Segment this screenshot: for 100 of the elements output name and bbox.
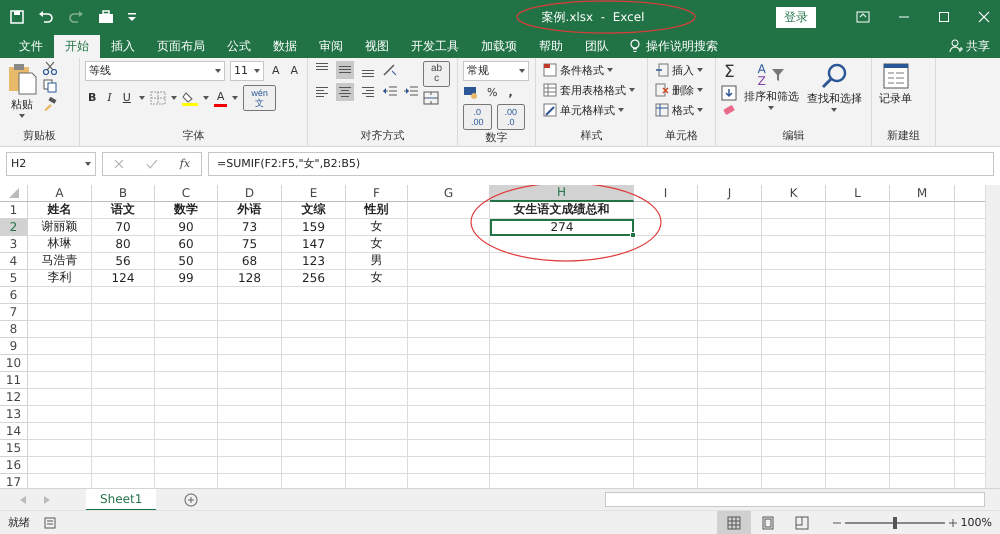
horizontal-scrollbar[interactable] [605,492,985,507]
column-header[interactable]: A [28,184,92,202]
row-header[interactable]: 9 [0,338,28,355]
autosum-button[interactable]: Σ [721,60,738,83]
row-header[interactable]: 4 [0,252,28,270]
ribbon-tab[interactable]: 页面布局 [146,34,216,58]
column-header[interactable]: D [218,184,282,202]
close-icon[interactable] [978,11,990,24]
fill-handle[interactable] [630,232,636,238]
row-header[interactable]: 6 [0,286,28,304]
ribbon-display-icon[interactable] [856,11,870,24]
column-header[interactable]: J [698,184,762,202]
fill-down-icon[interactable] [721,84,737,101]
cells-menu-button[interactable]: 删除 [653,80,705,100]
column-header[interactable]: G [408,184,490,202]
undo-icon[interactable] [38,10,54,24]
row-header[interactable]: 3 [0,236,28,253]
grow-font-button[interactable]: A [269,63,283,78]
row-header[interactable]: 15 [0,440,28,457]
name-box[interactable]: H2 [6,152,96,176]
zoom-thumb[interactable] [892,516,897,528]
row-header[interactable]: 2 [0,218,28,236]
row-header[interactable]: 12 [0,388,28,406]
orientation-icon[interactable] [382,62,398,77]
ribbon-tab[interactable]: 帮助 [528,34,574,58]
decrease-decimal-button[interactable]: .00 .0 [496,104,526,130]
wrap-text-button[interactable]: ab c [423,60,450,87]
customize-icon[interactable] [128,13,136,22]
vertical-scrollbar[interactable] [985,184,1000,488]
row-header[interactable]: 14 [0,422,28,440]
cells-menu-button[interactable]: 插入 [653,60,705,80]
font-size-field[interactable]: 11 [230,60,264,81]
format-painter-icon[interactable] [43,96,57,111]
maximize-icon[interactable] [938,11,950,24]
zoom-percent[interactable]: 100% [960,516,992,529]
currency-icon[interactable] [463,85,479,100]
column-header[interactable]: L [826,184,890,202]
ribbon-tab[interactable]: 插入 [100,34,146,58]
styles-menu-button[interactable]: 单元格样式 [541,100,637,120]
tell-me-search[interactable]: 操作说明搜索 [646,38,718,55]
ribbon-tab[interactable]: 文件 [8,34,54,58]
bold-button[interactable]: B [85,90,100,106]
insert-function-button[interactable]: fx [180,157,190,170]
copy-icon[interactable] [43,78,57,93]
row-header[interactable]: 5 [0,270,28,287]
column-header[interactable]: M [890,184,955,202]
paste-button[interactable]: 粘贴 [5,60,39,128]
italic-button[interactable]: I [104,90,115,106]
add-sheet-icon[interactable] [184,492,198,506]
macro-record-icon[interactable] [44,516,56,528]
column-header[interactable]: F [346,184,408,202]
shrink-font-button[interactable]: A [288,65,302,76]
styles-menu-button[interactable]: 套用表格格式 [541,80,637,100]
cut-icon[interactable] [43,60,57,75]
sort-filter-button[interactable]: A Z 排序和筛选 [742,60,801,128]
login-button[interactable]: 登录 [776,6,816,28]
increase-decimal-button[interactable]: .0 .00 [463,104,492,130]
ribbon-tab[interactable]: 团队 [574,34,620,58]
column-header[interactable]: E [282,184,346,202]
phonetic-button[interactable]: wén 文 [243,84,276,111]
column-header[interactable]: K [762,184,826,202]
fill-color-icon[interactable] [182,90,198,106]
share-button[interactable]: 共享 [966,38,990,55]
styles-menu-button[interactable]: 条件格式 [541,60,637,80]
cells-menu-button[interactable]: 格式 [653,100,705,120]
align-center-button[interactable] [336,82,354,101]
row-header[interactable]: 8 [0,320,28,338]
row-header[interactable]: 11 [0,372,28,389]
sheet-tab[interactable]: Sheet1 [86,488,156,510]
underline-button[interactable]: U [120,90,134,106]
number-format-field[interactable]: 常规 [463,60,529,81]
column-header[interactable]: B [92,184,155,202]
column-header[interactable]: C [155,184,218,202]
row-header[interactable]: 13 [0,406,28,423]
ribbon-tab[interactable]: 加载项 [470,34,528,58]
find-select-button[interactable]: 查找和选择 [804,60,864,128]
column-header[interactable]: I [634,184,698,202]
form-button[interactable]: 记录单 [877,60,914,128]
briefcase-icon[interactable] [98,10,114,24]
ribbon-tab[interactable]: 视图 [354,34,400,58]
ribbon-tab[interactable]: 审阅 [308,34,354,58]
comma-button[interactable]: , [505,84,516,100]
formula-field[interactable]: =SUMIF(F2:F5,"女",B2:B5) [208,152,994,176]
merge-center-icon[interactable] [423,90,439,105]
borders-icon[interactable] [150,90,166,105]
row-header[interactable]: 16 [0,456,28,474]
row-header[interactable]: 1 [0,202,28,219]
column-header[interactable]: H [490,184,634,202]
save-icon[interactable] [10,10,24,24]
font-name-field[interactable]: 等线 [85,60,225,81]
font-color-button[interactable]: A [214,88,228,107]
row-header[interactable]: 10 [0,354,28,372]
align-middle-button[interactable] [336,60,354,79]
view-normal-button[interactable] [716,510,751,534]
ribbon-tab[interactable]: 开始 [54,34,100,58]
percent-button[interactable]: % [484,84,500,100]
row-header[interactable]: 7 [0,304,28,321]
zoom-in-icon[interactable] [948,518,957,526]
ribbon-tab[interactable]: 开发工具 [400,34,470,58]
ribbon-tab[interactable]: 数据 [262,34,308,58]
